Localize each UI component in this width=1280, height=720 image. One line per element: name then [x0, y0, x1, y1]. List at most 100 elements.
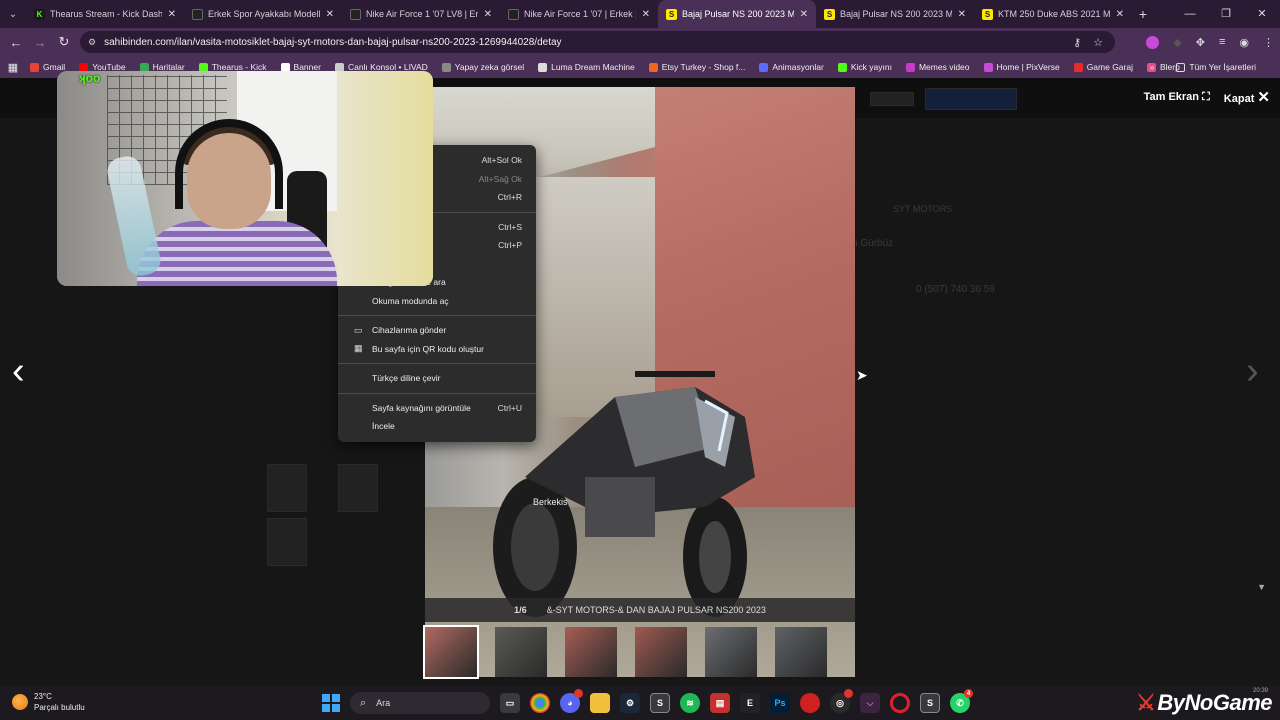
- reload-icon[interactable]: ↻: [52, 34, 76, 50]
- bookmarks-overflow-button[interactable]: »: [1150, 62, 1155, 72]
- extensions-puzzle-icon[interactable]: ✥: [1196, 36, 1205, 49]
- extension-icon[interactable]: [1146, 35, 1160, 49]
- tab-close-icon[interactable]: ✕: [326, 9, 334, 20]
- browser-tab[interactable]: S Bajaj Pulsar NS 200 2023 Model ✕: [658, 0, 816, 28]
- ghost-phone: 0 (507) 740 36 59: [916, 284, 995, 295]
- file-explorer-icon[interactable]: [590, 693, 610, 713]
- tab-close-icon[interactable]: ✕: [1116, 9, 1124, 20]
- close-window-icon[interactable]: ✕: [1244, 0, 1280, 28]
- menu-item-label: Cihazlarıma gönder: [372, 325, 447, 336]
- app-redshield-icon[interactable]: [800, 693, 820, 713]
- nike-favicon-icon: [508, 8, 519, 20]
- close-viewer-button[interactable]: Kapat ✕: [1224, 88, 1270, 106]
- minimize-icon[interactable]: —: [1172, 0, 1208, 28]
- bookmark-item[interactable]: Memes video: [905, 62, 970, 72]
- fullscreen-button[interactable]: Tam Ekran ⛶: [1144, 91, 1210, 104]
- forward-icon[interactable]: →: [28, 35, 52, 50]
- obs-app-2-icon[interactable]: S: [920, 693, 940, 713]
- search-icon: ⌕: [360, 696, 367, 709]
- taskbar-search[interactable]: ⌕ Ara: [350, 692, 490, 714]
- steam-icon[interactable]: ⚙: [620, 693, 640, 713]
- password-key-icon[interactable]: ⚷: [1073, 36, 1081, 49]
- tab-close-icon[interactable]: ✕: [484, 9, 492, 20]
- tab-close-icon[interactable]: ✕: [168, 9, 176, 20]
- browser-tab[interactable]: S Bajaj Pulsar NS 200 2023 Model ✕: [816, 0, 974, 28]
- bookmark-favicon-icon: [441, 62, 451, 72]
- tab-close-icon[interactable]: ✕: [642, 9, 650, 20]
- weather-widget[interactable]: 23°C Parçalı bulutlu: [12, 691, 85, 713]
- whatsapp-icon[interactable]: ✆ 4: [950, 689, 973, 713]
- bookmark-item[interactable]: Kick yayını: [837, 62, 892, 72]
- restore-icon[interactable]: ❐: [1208, 0, 1244, 28]
- bynogame-watermark: ⚔ByNoGame: [1136, 690, 1272, 716]
- app-purple-icon[interactable]: ⌵: [860, 693, 880, 713]
- bookmark-label: Kick yayını: [850, 62, 892, 72]
- spotify-icon[interactable]: ≋: [680, 693, 700, 713]
- browser-tab[interactable]: Nike Air Force 1 '07 LV8 | Erkek ✕: [342, 0, 500, 28]
- all-bookmarks-button[interactable]: Tüm Yer İşaretleri: [1176, 62, 1256, 72]
- bookmark-favicon-icon: [837, 62, 847, 72]
- photoshop-icon[interactable]: Ps: [770, 693, 790, 713]
- bookmark-item[interactable]: Animasyonlar: [759, 62, 824, 72]
- photo-thumbnail[interactable]: [565, 627, 617, 677]
- bookmark-item[interactable]: Game Garaj: [1073, 62, 1133, 72]
- context-menu-item[interactable]: Okuma modunda aç: [338, 292, 536, 311]
- extension-2-icon[interactable]: ◆: [1173, 36, 1181, 49]
- obs-app-icon[interactable]: S: [650, 693, 670, 713]
- globe-badge: [844, 689, 853, 698]
- epic-games-icon[interactable]: E: [740, 693, 760, 713]
- next-photo-arrow-icon[interactable]: ›: [1246, 350, 1259, 393]
- discord-badge: [574, 689, 583, 698]
- bookmark-item[interactable]: Home | PixVerse: [983, 62, 1060, 72]
- opera-icon[interactable]: [890, 693, 910, 713]
- app-red-icon[interactable]: ▤: [710, 693, 730, 713]
- discord-icon[interactable]: ◕: [560, 689, 583, 713]
- tab-title: KTM 250 Duke ABS 2021 Model: [998, 9, 1110, 19]
- url-text[interactable]: sahibinden.com/ilan/vasita-motosiklet-ba…: [104, 37, 561, 48]
- photo-thumbnail[interactable]: [705, 627, 757, 677]
- photo-counter: 1/6: [514, 605, 527, 615]
- photo-thumbnail[interactable]: [775, 627, 827, 677]
- context-menu-item[interactable]: Türkçe diline çevir: [338, 369, 536, 388]
- windows-start-icon[interactable]: [322, 694, 340, 712]
- back-icon[interactable]: ←: [4, 35, 28, 50]
- bookmark-item[interactable]: Luma Dream Machine: [538, 62, 635, 72]
- photo-thumbnail[interactable]: [635, 627, 687, 677]
- photo-thumbnail[interactable]: [495, 627, 547, 677]
- menu-item-shortcut: Ctrl+S: [498, 221, 522, 232]
- context-menu-item[interactable]: İncele: [338, 417, 536, 436]
- kick-favicon-icon: K: [34, 8, 45, 20]
- browser-tab[interactable]: K Thearus Stream - Kick Dashboard ✕: [26, 0, 184, 28]
- app-globe-icon[interactable]: ◎: [830, 689, 853, 713]
- context-menu-item[interactable]: Sayfa kaynağını görüntüle Ctrl+U: [338, 399, 536, 418]
- task-view-icon[interactable]: ▭: [500, 693, 520, 713]
- chrome-icon[interactable]: [530, 693, 550, 713]
- bookmark-item[interactable]: Yapay zeka görsel: [441, 62, 524, 72]
- apps-grid-icon[interactable]: ▦: [0, 61, 26, 74]
- address-bar[interactable]: ⚙ sahibinden.com/ilan/vasita-motosiklet-…: [80, 31, 1115, 53]
- menu-kebab-icon[interactable]: ⋮: [1263, 36, 1274, 49]
- browser-toolbar: ← → ↻ ⚙ sahibinden.com/ilan/vasita-motos…: [0, 28, 1280, 56]
- scroll-down-icon[interactable]: ▼: [1257, 582, 1266, 592]
- tab-search-chevron-icon[interactable]: ⌄: [0, 0, 26, 28]
- bookmark-label: Etsy Turkey - Shop f...: [661, 62, 746, 72]
- menu-item-shortcut: Alt+Sağ Ok: [478, 173, 522, 184]
- new-tab-button[interactable]: +: [1132, 6, 1154, 22]
- profile-icon[interactable]: ◉: [1239, 36, 1249, 49]
- site-info-icon[interactable]: ⚙: [88, 37, 96, 48]
- tab-close-icon[interactable]: ✕: [800, 9, 808, 20]
- bookmark-label: Animasyonlar: [772, 62, 824, 72]
- bookmark-star-icon[interactable]: ☆: [1093, 36, 1103, 49]
- context-menu-item[interactable]: ▭ Cihazlarıma gönder: [338, 321, 536, 340]
- context-menu-item[interactable]: ▦ Bu sayfa için QR kodu oluştur: [338, 340, 536, 359]
- browser-tab[interactable]: Nike Air Force 1 '07 | Erkek | CT ✕: [500, 0, 658, 28]
- media-controls-icon[interactable]: ≡: [1219, 36, 1225, 48]
- photo-caption: &-SYT MOTORS-& DAN BAJAJ PULSAR NS200 20…: [546, 605, 766, 615]
- bynogame-text: ByNoGame: [1157, 690, 1272, 715]
- browser-tab[interactable]: S KTM 250 Duke ABS 2021 Model ✕: [974, 0, 1132, 28]
- photo-thumbnail[interactable]: [423, 625, 479, 679]
- browser-tab[interactable]: Erkek Spor Ayakkabı Modelleri ✕: [184, 0, 342, 28]
- bookmark-item[interactable]: Etsy Turkey - Shop f...: [648, 62, 746, 72]
- tab-close-icon[interactable]: ✕: [958, 9, 966, 20]
- prev-photo-arrow-icon[interactable]: ‹: [12, 350, 25, 393]
